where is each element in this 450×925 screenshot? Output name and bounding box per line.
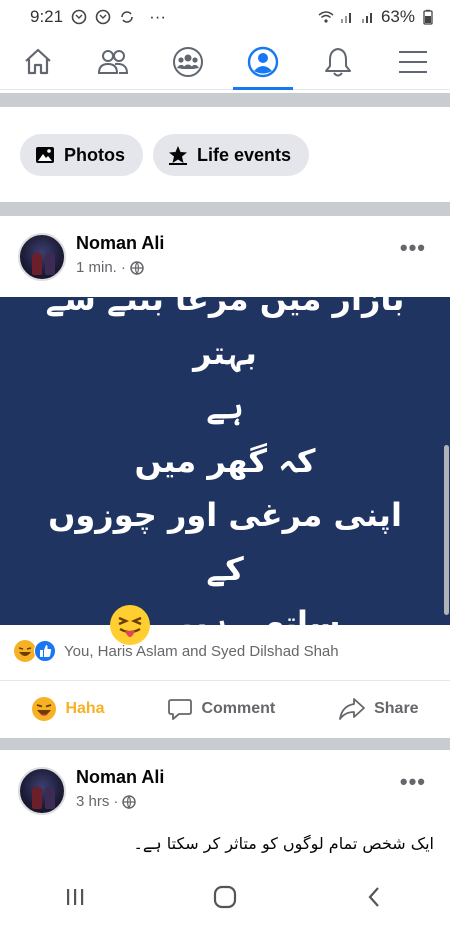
like-reaction-icon xyxy=(34,640,56,662)
nav-notifications[interactable] xyxy=(308,34,368,90)
profile-chips: Photos Life events xyxy=(20,134,310,176)
groups-icon xyxy=(172,46,203,77)
section-divider xyxy=(0,202,450,216)
avatar[interactable] xyxy=(18,767,66,815)
post-meta: 3 hrs · xyxy=(76,793,137,810)
reactions-summary[interactable]: You, Haris Aslam and Syed Dilshad Shah xyxy=(14,640,339,662)
nav-groups[interactable] xyxy=(158,34,218,90)
tongue-out-emoji-icon xyxy=(109,605,150,645)
battery-percent: 63% xyxy=(380,7,415,26)
image-text-line: ساتھ رہیں xyxy=(166,604,341,642)
post-author[interactable]: Noman Ali xyxy=(76,767,164,788)
image-text-line: کہ گھر میں xyxy=(134,442,316,480)
scrollbar[interactable] xyxy=(444,445,449,615)
photos-label: Photos xyxy=(64,144,125,165)
haha-icon xyxy=(32,696,57,721)
status-more-dots: ··· xyxy=(149,7,167,26)
image-text-line: بازار میں مرغا بننے سے بہتر xyxy=(45,280,405,372)
nav-friends[interactable] xyxy=(83,34,143,90)
top-nav xyxy=(0,34,450,90)
comment-label: Comment xyxy=(201,699,276,717)
share-label: Share xyxy=(374,699,419,717)
recent-apps-icon[interactable] xyxy=(63,885,87,909)
friends-icon xyxy=(97,49,128,74)
sync-icon xyxy=(121,11,133,23)
wifi-icon xyxy=(318,11,334,23)
system-nav-bar xyxy=(0,868,450,925)
battery-icon xyxy=(423,9,433,25)
section-divider xyxy=(0,93,450,107)
section-divider xyxy=(0,738,450,750)
post-time[interactable]: 3 hrs xyxy=(76,793,109,810)
photos-icon xyxy=(36,147,54,163)
globe-icon xyxy=(122,794,137,809)
haha-button[interactable]: Haha xyxy=(31,696,105,722)
status-time: 9:21 xyxy=(30,7,64,26)
bell-icon xyxy=(324,47,351,76)
share-icon xyxy=(339,697,365,720)
hamburger-menu-icon xyxy=(398,50,427,73)
profile-icon xyxy=(247,46,278,77)
post-image[interactable]: بازار میں مرغا بننے سے بہتر ہے کہ گھر می… xyxy=(0,280,450,645)
post-author[interactable]: Noman Ali xyxy=(76,233,164,254)
home-icon xyxy=(24,48,51,74)
reactions-text: You, Haris Aslam and Syed Dilshad Shah xyxy=(64,642,339,660)
more-options-icon[interactable]: ••• xyxy=(400,769,426,795)
share-button[interactable]: Share xyxy=(338,696,419,722)
nav-home[interactable] xyxy=(8,34,68,90)
haha-reaction-icon xyxy=(14,640,36,662)
haha-label: Haha xyxy=(65,699,105,717)
signal-icon xyxy=(340,13,351,23)
signal-icon-2 xyxy=(361,13,372,23)
call-icon xyxy=(71,9,87,25)
call-icon-2 xyxy=(95,9,111,25)
star-flag-icon xyxy=(169,146,187,165)
post-actions: Haha Comment Share xyxy=(0,680,450,736)
image-text-line: ہے xyxy=(206,388,244,426)
post-header: Noman Ali 3 hrs · ••• xyxy=(0,767,450,827)
post-text: ایک شخص تمام لوگوں کو متاثر کر سکتا ہے۔ xyxy=(133,834,434,853)
photos-button[interactable]: Photos xyxy=(20,134,143,176)
home-button-icon[interactable] xyxy=(212,884,238,910)
life-events-label: Life events xyxy=(197,144,292,165)
comment-icon xyxy=(168,698,193,720)
image-text-line: اپنی مرغی اور چوزوں کے xyxy=(48,496,402,588)
status-bar: 9:21 ··· 63% xyxy=(0,0,450,34)
nav-menu[interactable] xyxy=(383,34,443,90)
more-options-icon[interactable]: ••• xyxy=(400,235,426,261)
back-icon[interactable] xyxy=(363,885,387,909)
comment-button[interactable]: Comment xyxy=(167,696,275,722)
life-events-button[interactable]: Life events xyxy=(153,134,310,176)
nav-profile[interactable] xyxy=(232,34,293,90)
